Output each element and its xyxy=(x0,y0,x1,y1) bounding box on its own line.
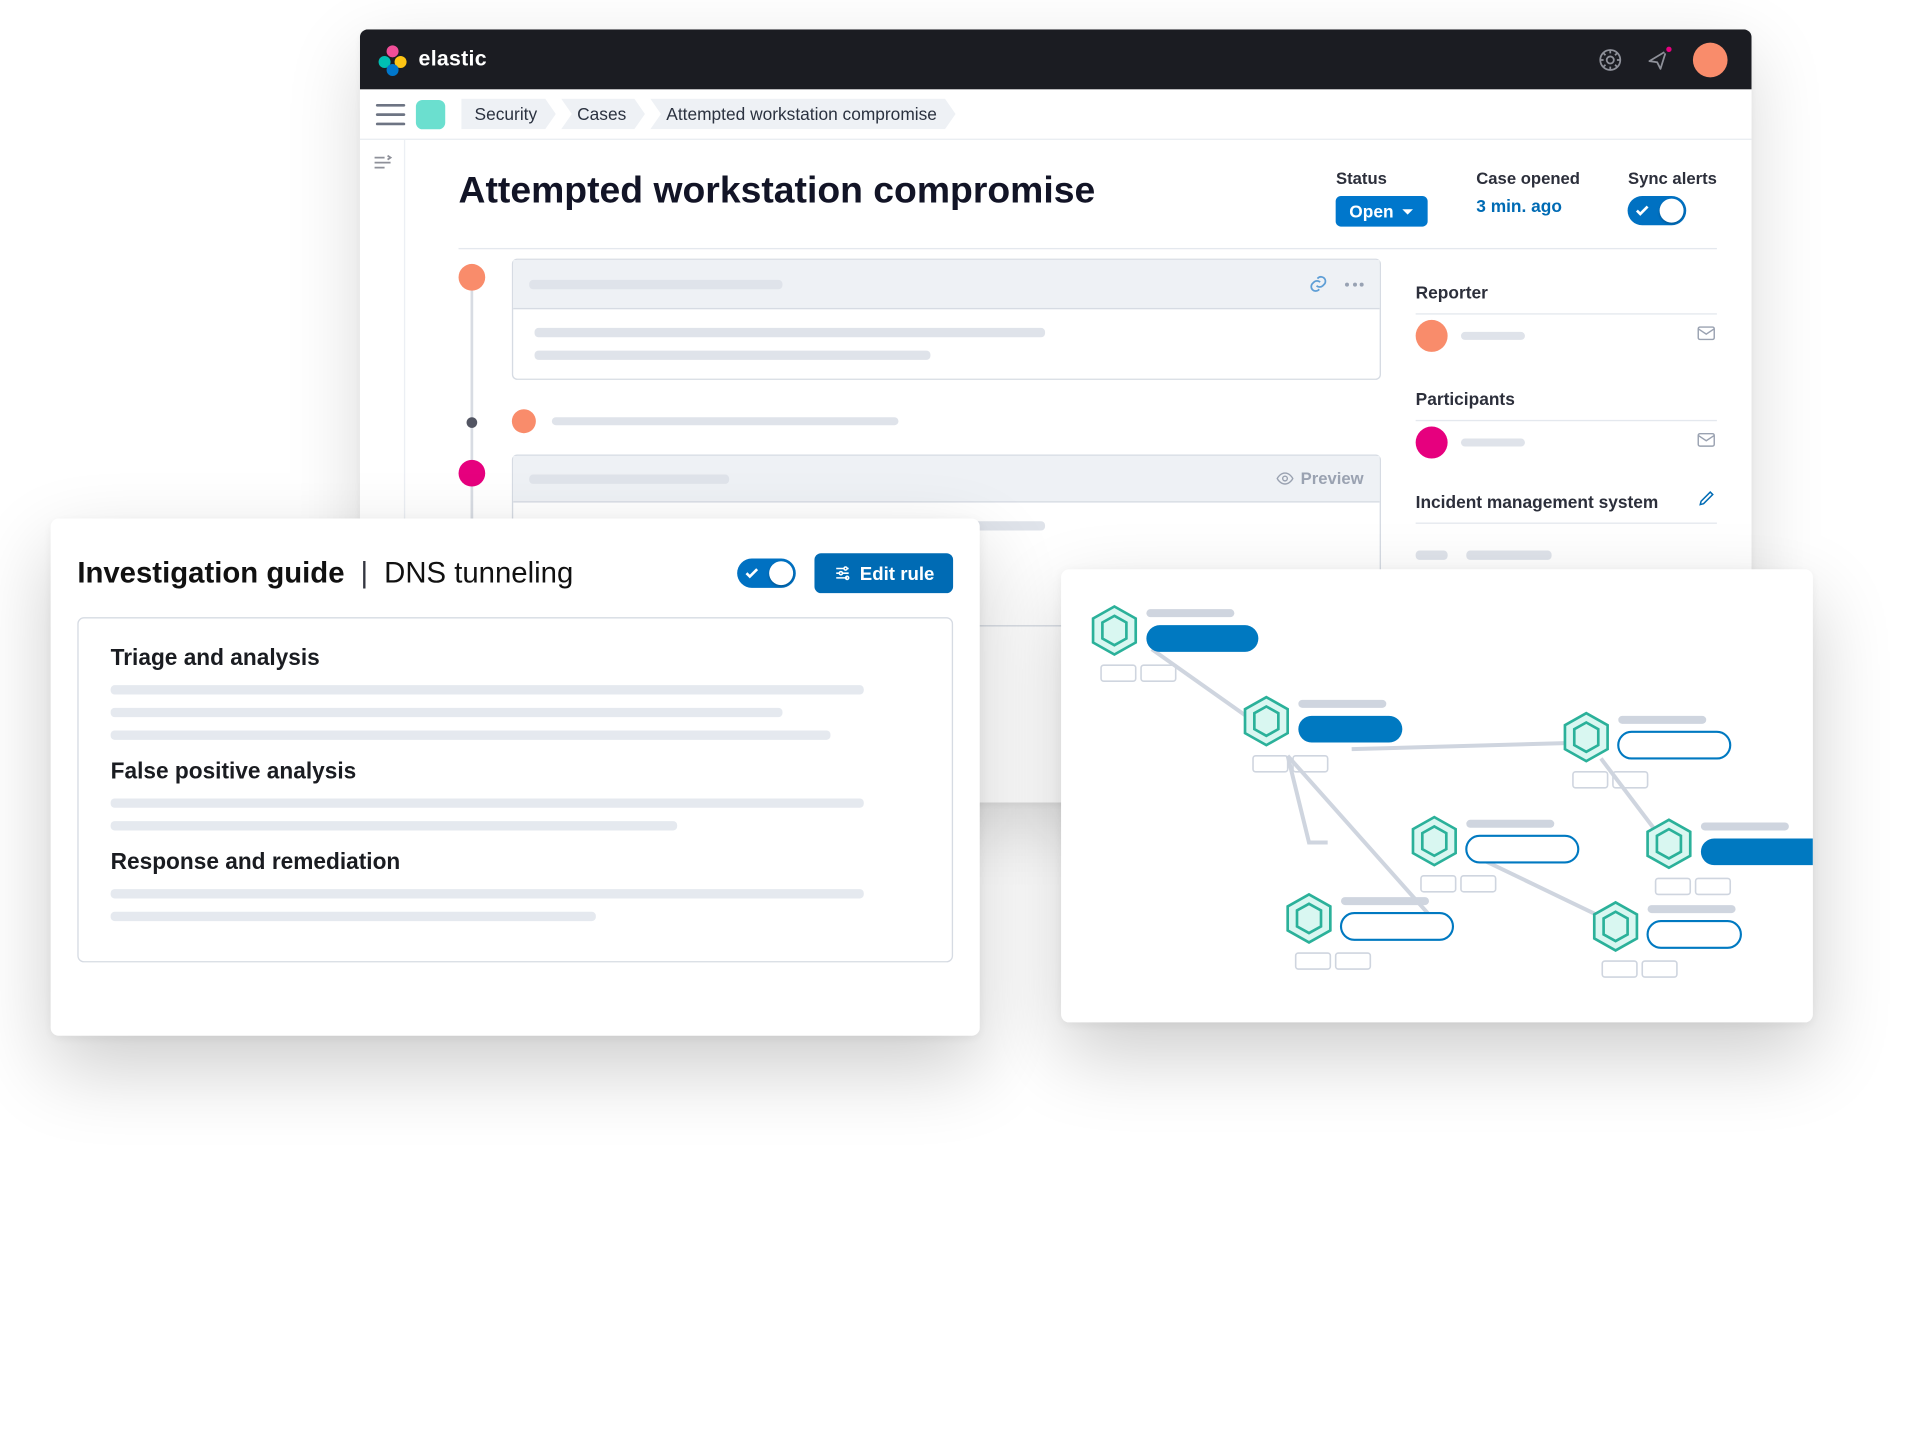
opened-label: Case opened xyxy=(1476,169,1580,188)
page-header: Attempted workstation compromise Status … xyxy=(360,140,1752,248)
status-label: Status xyxy=(1336,169,1428,188)
participants-label: Participants xyxy=(1416,389,1717,409)
status-value: Open xyxy=(1349,201,1393,221)
sliders-icon xyxy=(833,564,852,583)
check-icon xyxy=(744,565,760,581)
process-node[interactable] xyxy=(1288,894,1453,969)
status-dropdown[interactable]: Open xyxy=(1336,196,1428,227)
sync-label: Sync alerts xyxy=(1628,169,1717,188)
elastic-logo-icon xyxy=(379,45,408,74)
brand-text: elastic xyxy=(419,47,487,71)
reporter-label: Reporter xyxy=(1416,283,1717,303)
opened-value: 3 min. ago xyxy=(1476,196,1580,216)
guide-title: Investigation guide xyxy=(77,556,344,591)
reporter-row xyxy=(1416,315,1717,358)
edit-icon[interactable] xyxy=(1697,488,1717,515)
participant-row xyxy=(1416,421,1717,464)
author-avatar xyxy=(459,460,486,487)
brand[interactable]: elastic xyxy=(379,45,487,74)
preview-label[interactable]: Preview xyxy=(1301,469,1364,488)
process-node[interactable] xyxy=(1245,697,1402,772)
activity-entry xyxy=(459,259,1381,380)
activity-card[interactable] xyxy=(512,259,1381,380)
newsfeed-icon[interactable] xyxy=(1645,46,1672,73)
guide-content-card: Triage and analysis False positive analy… xyxy=(77,617,953,962)
activity-system-entry xyxy=(459,401,1381,441)
process-node[interactable] xyxy=(1594,902,1741,977)
author-avatar xyxy=(459,264,486,291)
eye-icon xyxy=(1275,469,1294,488)
link-icon[interactable] xyxy=(1308,273,1329,294)
mail-icon[interactable] xyxy=(1696,429,1717,457)
process-node[interactable] xyxy=(1565,713,1730,788)
user-avatar[interactable] xyxy=(1693,42,1728,77)
process-node[interactable] xyxy=(1093,607,1258,682)
breadcrumb-case-name[interactable]: Attempted workstation compromise xyxy=(650,99,955,130)
help-icon[interactable] xyxy=(1597,46,1624,73)
process-node[interactable] xyxy=(1648,820,1813,895)
breadcrumb-security[interactable]: Security xyxy=(461,99,556,130)
process-tree-panel[interactable] xyxy=(1061,569,1813,1022)
sync-alerts-toggle[interactable] xyxy=(1628,196,1687,225)
topbar: elastic xyxy=(360,29,1752,89)
breadcrumb-bar: Security Cases Attempted workstation com… xyxy=(360,89,1752,140)
chevron-down-icon xyxy=(1402,205,1415,218)
author-avatar xyxy=(512,409,536,433)
check-icon xyxy=(1635,203,1651,219)
edit-rule-label: Edit rule xyxy=(860,563,935,584)
notification-dot-icon xyxy=(1664,43,1675,54)
process-node[interactable] xyxy=(1413,817,1578,892)
nav-toggle-icon[interactable] xyxy=(376,103,405,124)
mail-icon[interactable] xyxy=(1696,322,1717,350)
breadcrumb-cases[interactable]: Cases xyxy=(561,99,645,130)
section-response: Response and remediation xyxy=(111,849,920,876)
avatar xyxy=(1416,427,1448,459)
investigation-guide-panel: Investigation guide | DNS tunneling Edit… xyxy=(51,519,980,1036)
avatar xyxy=(1416,320,1448,352)
incident-mgmt-label: Incident management system xyxy=(1416,491,1659,511)
more-icon[interactable] xyxy=(1345,282,1364,286)
page-title: Attempted workstation compromise xyxy=(459,169,1296,212)
section-false-positive: False positive analysis xyxy=(111,758,920,785)
section-triage: Triage and analysis xyxy=(111,645,920,672)
edit-rule-button[interactable]: Edit rule xyxy=(814,553,953,593)
space-badge[interactable] xyxy=(416,99,445,128)
guide-toggle[interactable] xyxy=(737,559,796,588)
guide-subtitle: DNS tunneling xyxy=(384,556,573,591)
